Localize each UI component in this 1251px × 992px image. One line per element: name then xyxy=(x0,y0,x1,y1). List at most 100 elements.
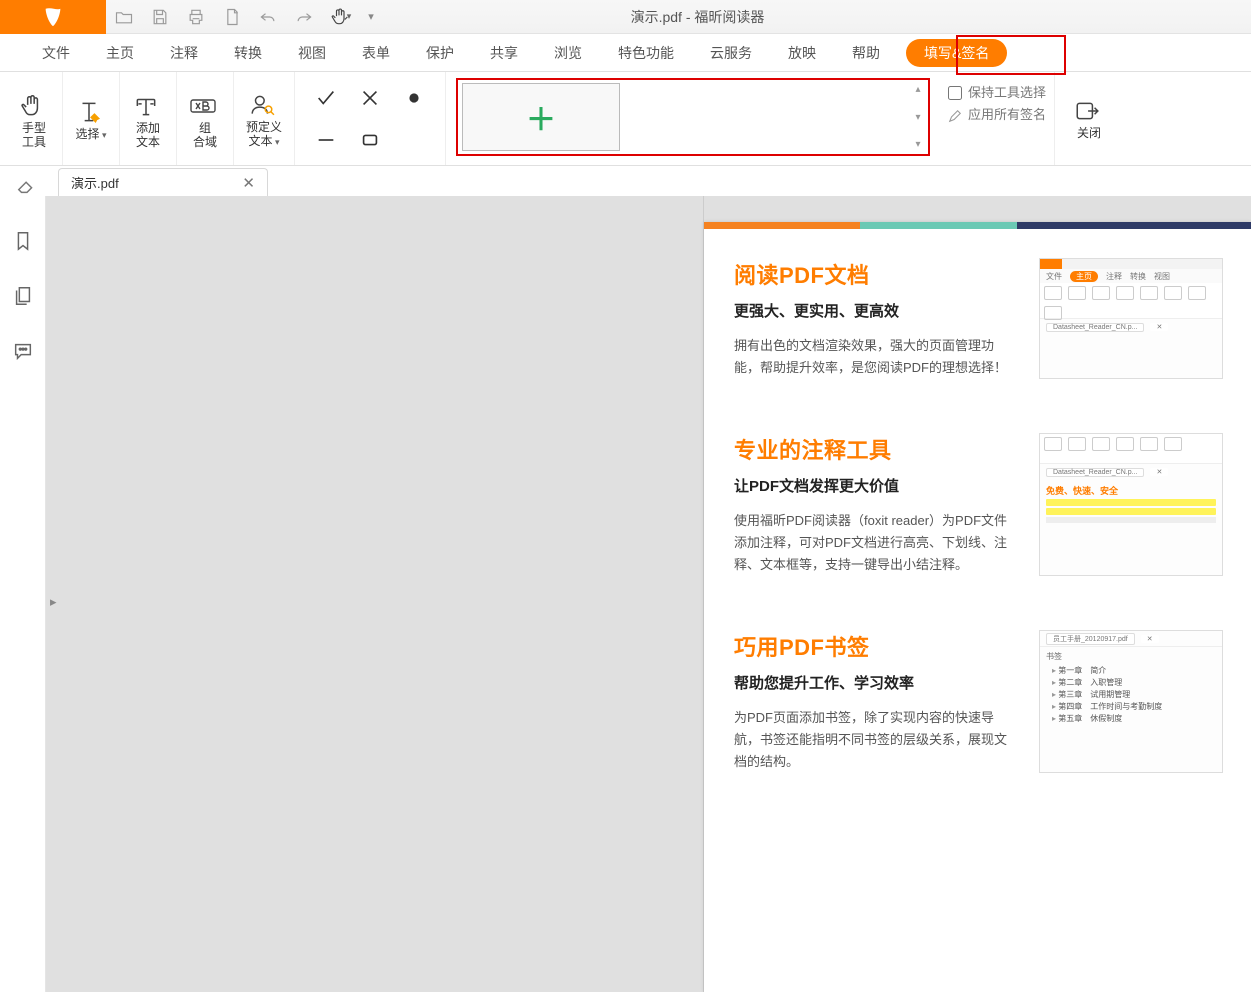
hand-cursor-icon[interactable]: ▾ xyxy=(322,0,358,34)
thumb-doc-name: 员工手册_20120917.pdf xyxy=(1046,633,1135,645)
more-icon[interactable]: ▾ xyxy=(358,0,384,34)
thumb-bookmark-item: 第二章 入职管理 xyxy=(1046,677,1216,689)
predefined-text-icon xyxy=(248,92,280,118)
pdf-page: 阅读PDF文档 更强大、更实用、更高效 拥有出色的文档渲染效果，强大的页面管理功… xyxy=(704,222,1251,992)
add-text-icon xyxy=(132,93,164,119)
thumbnail-reader: 文件 主页 注释 转换 视图 Datasheet_Reader_CN.p...✕ xyxy=(1039,258,1223,379)
scroll-down-icon[interactable]: ▾ xyxy=(916,112,921,123)
pen-icon xyxy=(948,108,962,122)
redo-icon[interactable] xyxy=(286,0,322,34)
thumb-tab: 文件 xyxy=(1046,271,1062,282)
text-cursor-icon xyxy=(75,99,107,125)
menu-feature[interactable]: 特色功能 xyxy=(600,34,692,72)
thumb-doc-name: Datasheet_Reader_CN.p... xyxy=(1046,323,1144,332)
mark-check-icon[interactable] xyxy=(307,80,345,116)
menu-help[interactable]: 帮助 xyxy=(834,34,898,72)
apply-all-signatures[interactable]: 应用所有签名 xyxy=(948,104,1046,126)
tool-hand-label: 手型 工具 xyxy=(22,121,46,149)
fill-marks-group xyxy=(295,72,446,165)
add-signature-button[interactable]: ＋ xyxy=(462,83,620,151)
tool-combine-label: 组 合域 xyxy=(193,121,217,149)
thumb-bookmark-item: 第五章 休假制度 xyxy=(1046,713,1216,725)
keep-tool-checkbox[interactable]: 保持工具选择 xyxy=(948,82,1046,104)
side-panel xyxy=(0,196,46,992)
mark-empty xyxy=(395,122,433,158)
page-icon[interactable] xyxy=(214,0,250,34)
thumb-bookmark-item: 第三章 试用期管理 xyxy=(1046,689,1216,701)
mark-line-icon[interactable] xyxy=(307,122,345,158)
menu-view[interactable]: 视图 xyxy=(280,34,344,72)
combine-field-icon xyxy=(189,93,221,119)
mark-rect-icon[interactable] xyxy=(351,122,389,158)
keep-tool-label: 保持工具选择 xyxy=(968,82,1046,104)
tool-select-label: 选择 xyxy=(75,127,106,142)
bookmark-panel-icon[interactable] xyxy=(12,230,34,257)
app-logo[interactable] xyxy=(0,0,106,34)
document-tab[interactable]: 演示.pdf ✕ xyxy=(58,168,268,196)
scroll-more-icon[interactable]: ▾ xyxy=(916,139,921,150)
document-stage[interactable]: ▸ 阅读PDF文档 更强大、更实用、更高效 拥有出色的文档渲染效果，强大的页面管… xyxy=(46,196,1251,992)
section-annotate: 专业的注释工具 让PDF文档发挥更大价值 使用福昕PDF阅读器（foxit re… xyxy=(734,433,1223,576)
menu-convert[interactable]: 转换 xyxy=(216,34,280,72)
thumb-bookmark-item: 第一章 简介 xyxy=(1046,665,1216,677)
print-icon[interactable] xyxy=(178,0,214,34)
section-subtitle: 更强大、更实用、更高效 xyxy=(734,300,1017,321)
keep-tool-input[interactable] xyxy=(948,86,962,100)
tool-select[interactable]: 选择 xyxy=(63,72,120,165)
save-icon[interactable] xyxy=(142,0,178,34)
undo-icon[interactable] xyxy=(250,0,286,34)
close-tab-label: 关闭 xyxy=(1077,126,1101,140)
apply-all-label: 应用所有签名 xyxy=(968,104,1046,126)
document-tabs: 演示.pdf ✕ xyxy=(0,166,1251,196)
window-title: 演示.pdf - 福昕阅读器 xyxy=(384,7,1011,27)
document-tab-label: 演示.pdf xyxy=(71,173,119,192)
thumb-highlight-line xyxy=(1046,508,1216,515)
mark-dot-icon[interactable] xyxy=(395,80,433,116)
eraser-icon[interactable] xyxy=(10,168,44,202)
tool-predefined-label: 预定义 文本 xyxy=(246,120,282,149)
menu-slideshow[interactable]: 放映 xyxy=(770,34,834,72)
close-icon[interactable]: ✕ xyxy=(242,174,255,192)
menu-bar: 文件 主页 注释 转换 视图 表单 保护 共享 浏览 特色功能 云服务 放映 帮… xyxy=(0,34,1251,72)
menu-file[interactable]: 文件 xyxy=(24,34,88,72)
menu-annotate[interactable]: 注释 xyxy=(152,34,216,72)
hand-icon xyxy=(18,93,50,119)
signature-gallery-scroll[interactable]: ▴ ▾ ▾ xyxy=(910,84,926,150)
thumb-tab: 注释 xyxy=(1106,271,1122,282)
section-subtitle: 帮助您提升工作、学习效率 xyxy=(734,672,1017,693)
expand-panel-icon[interactable]: ▸ xyxy=(50,594,57,610)
close-tab-button[interactable]: 关闭 xyxy=(1054,72,1123,165)
menu-share[interactable]: 共享 xyxy=(472,34,536,72)
stage-blank-area xyxy=(46,196,704,992)
menu-form[interactable]: 表单 xyxy=(344,34,408,72)
signature-options: 保持工具选择 应用所有签名 xyxy=(940,72,1054,165)
mark-x-icon[interactable] xyxy=(351,80,389,116)
menu-cloud[interactable]: 云服务 xyxy=(692,34,770,72)
section-paragraph: 使用福昕PDF阅读器（foxit reader）为PDF文件添加注释，可对PDF… xyxy=(734,510,1017,576)
page-stripe xyxy=(704,222,1251,229)
title-bar: ▾ ▾ 演示.pdf - 福昕阅读器 xyxy=(0,0,1251,34)
tool-combine[interactable]: 组 合域 xyxy=(177,72,234,165)
menu-home[interactable]: 主页 xyxy=(88,34,152,72)
plus-icon: ＋ xyxy=(526,95,556,139)
scroll-up-icon[interactable]: ▴ xyxy=(916,84,921,95)
menu-protect[interactable]: 保护 xyxy=(408,34,472,72)
thumb-bookmark-item: 第四章 工作时间与考勤制度 xyxy=(1046,701,1216,713)
section-paragraph: 拥有出色的文档渲染效果，强大的页面管理功能，帮助提升效率，是您阅读PDF的理想选… xyxy=(734,335,1017,379)
menu-browse[interactable]: 浏览 xyxy=(536,34,600,72)
workspace: ▸ 阅读PDF文档 更强大、更实用、更高效 拥有出色的文档渲染效果，强大的页面管… xyxy=(0,196,1251,992)
section-read: 阅读PDF文档 更强大、更实用、更高效 拥有出色的文档渲染效果，强大的页面管理功… xyxy=(734,258,1223,379)
open-icon[interactable] xyxy=(106,0,142,34)
comments-panel-icon[interactable] xyxy=(12,340,34,367)
thumbnail-annotate: Datasheet_Reader_CN.p...✕ 免费、快速、安全 xyxy=(1039,433,1223,576)
tool-predefined[interactable]: 预定义 文本 xyxy=(234,72,295,165)
section-paragraph: 为PDF页面添加书签，除了实现内容的快速导航，书签还能指明不同书签的层级关系，展… xyxy=(734,707,1017,773)
thumb-highlight-title: 免费、快速、安全 xyxy=(1046,484,1216,497)
close-arrow-icon xyxy=(1073,98,1105,124)
signature-gallery[interactable]: ＋ ▴ ▾ ▾ xyxy=(456,78,930,156)
tool-hand[interactable]: 手型 工具 xyxy=(6,72,63,165)
thumbnail-bookmark: 员工手册_20120917.pdf✕ 书签 第一章 简介 第二章 入职管理 第三… xyxy=(1039,630,1223,773)
menu-fill-sign[interactable]: 填写&签名 xyxy=(906,39,1007,67)
tool-add-text[interactable]: 添加 文本 xyxy=(120,72,177,165)
pages-panel-icon[interactable] xyxy=(12,285,34,312)
